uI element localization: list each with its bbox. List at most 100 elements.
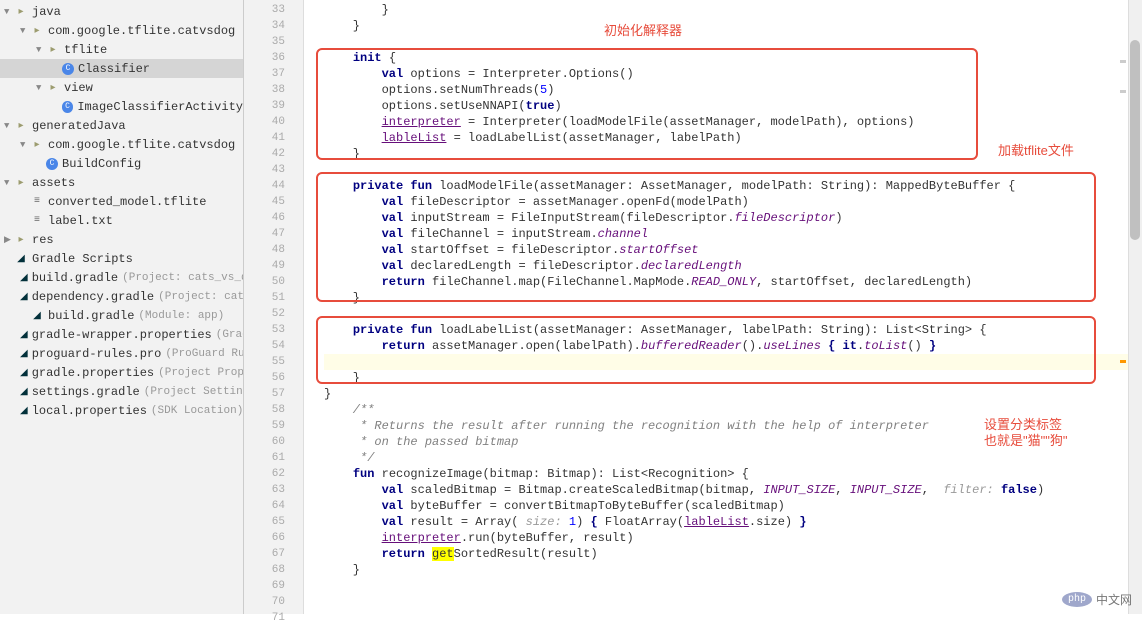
expand-arrow-icon[interactable]: ▼ [4, 178, 14, 188]
marker [1120, 60, 1126, 63]
tree-item-label: com.google.tflite.catvsdog [48, 24, 235, 38]
tree-item[interactable]: CBuildConfig [0, 154, 243, 173]
line-number: 59 [244, 418, 285, 434]
marker [1120, 360, 1126, 363]
tree-item[interactable]: ▼▸com.google.tflite.catvsdog [0, 21, 243, 40]
gradle-icon: ◢ [20, 347, 28, 361]
tree-item-sublabel: (Project: cats_vs_... [158, 291, 244, 303]
line-number: 51 [244, 290, 285, 306]
tree-item[interactable]: ▼▸generatedJava [0, 116, 243, 135]
project-tree: ▼▸java▼▸com.google.tflite.catvsdog▼▸tfli… [0, 0, 244, 614]
tree-item[interactable]: ◢gradle-wrapper.properties(Gradle Ve [0, 325, 243, 344]
tree-item[interactable]: ◢build.gradle(Project: cats_vs_dogs) [0, 268, 243, 287]
file-icon: ≡ [30, 214, 44, 228]
tree-item-label: ImageClassifierActivity [77, 100, 243, 114]
line-number: 64 [244, 498, 285, 514]
line-number: 48 [244, 242, 285, 258]
line-number: 67 [244, 546, 285, 562]
tree-item[interactable]: ▼▸com.google.tflite.catvsdog [0, 135, 243, 154]
tree-item-label: res [32, 233, 54, 247]
tree-item[interactable]: ◢local.properties(SDK Location) [0, 401, 243, 420]
expand-arrow-icon[interactable]: ▼ [36, 83, 46, 93]
tree-item-label: java [32, 5, 61, 19]
tree-item[interactable]: ▼▸java [0, 2, 243, 21]
gradle-icon: ◢ [20, 404, 28, 418]
code-line: options.setUseNNAPI(true) [324, 98, 1142, 114]
line-number: 34 [244, 18, 285, 34]
tree-item-sublabel: (Gradle Ve [216, 329, 244, 341]
code-line: private fun loadModelFile(assetManager: … [324, 178, 1142, 194]
tree-item-label: gradle-wrapper.properties [32, 328, 212, 342]
line-number: 54 [244, 338, 285, 354]
code-editor[interactable]: } } init { val options = Interpreter.Opt… [304, 0, 1142, 614]
line-number: 58 [244, 402, 285, 418]
code-line [324, 578, 1142, 594]
tree-item[interactable]: ◢proguard-rules.pro(ProGuard Rules f [0, 344, 243, 363]
code-line: val declaredLength = fileDescriptor.decl… [324, 258, 1142, 274]
scrollbar-thumb[interactable] [1130, 40, 1140, 240]
tree-item[interactable]: CImageClassifierActivity [0, 97, 243, 116]
class-icon: C [62, 101, 74, 113]
folder-icon: ▸ [14, 176, 28, 190]
line-number: 69 [244, 578, 285, 594]
code-line: val fileChannel = inputStream.channel [324, 226, 1142, 242]
expand-arrow-icon[interactable]: ▼ [4, 7, 14, 17]
scrollbar[interactable] [1128, 0, 1142, 614]
code-line: } [324, 146, 1142, 162]
tree-item[interactable]: ◢build.gradle(Module: app) [0, 306, 243, 325]
expand-arrow-icon[interactable]: ▼ [4, 121, 14, 131]
folder-icon: ▸ [14, 119, 28, 133]
tree-item-label: converted_model.tflite [48, 195, 206, 209]
code-line: val startOffset = fileDescriptor.startOf… [324, 242, 1142, 258]
code-line: } [324, 386, 1142, 402]
expand-arrow-icon[interactable]: ▼ [20, 26, 30, 36]
tree-item[interactable]: ◢dependency.gradle(Project: cats_vs_... [0, 287, 243, 306]
expand-arrow-icon[interactable]: ▼ [36, 45, 46, 55]
line-number: 70 [244, 594, 285, 610]
marker [1120, 90, 1126, 93]
php-logo-icon: php [1062, 592, 1092, 607]
line-number: 49 [244, 258, 285, 274]
tree-item[interactable]: ≡label.txt [0, 211, 243, 230]
code-line: /** [324, 402, 1142, 418]
line-number: 41 [244, 130, 285, 146]
line-number: 61 [244, 450, 285, 466]
tree-item-label: view [64, 81, 93, 95]
tree-item[interactable]: ≡converted_model.tflite [0, 192, 243, 211]
line-number: 33 [244, 2, 285, 18]
line-number: 53 [244, 322, 285, 338]
tree-item-label: Gradle Scripts [32, 252, 133, 266]
code-line: return assetManager.open(labelPath).buff… [324, 338, 1142, 354]
code-line [324, 594, 1142, 610]
tree-item[interactable]: ▶▸res [0, 230, 243, 249]
tree-item-label: proguard-rules.pro [32, 347, 162, 361]
tree-item-label: assets [32, 176, 75, 190]
tree-item-sublabel: (SDK Location) [151, 405, 243, 417]
tree-item-sublabel: (Project: cats_vs_dogs) [122, 272, 244, 284]
gradle-icon: ◢ [20, 290, 28, 304]
folder-icon: ▸ [46, 43, 60, 57]
tree-item-sublabel: (Module: app) [138, 310, 224, 322]
line-number: 57 [244, 386, 285, 402]
code-line: interpreter = Interpreter(loadModelFile(… [324, 114, 1142, 130]
line-number: 50 [244, 274, 285, 290]
tree-item[interactable]: ▼▸ assets [0, 173, 243, 192]
line-number: 44 [244, 178, 285, 194]
watermark: php 中文网 [1062, 591, 1132, 608]
code-line [324, 354, 1142, 370]
expand-arrow-icon[interactable]: ▼ [20, 140, 30, 150]
tree-item[interactable]: ◢Gradle Scripts [0, 249, 243, 268]
line-number: 42 [244, 146, 285, 162]
code-line: lableList = loadLabelList(assetManager, … [324, 130, 1142, 146]
line-number: 46 [244, 210, 285, 226]
expand-arrow-icon[interactable]: ▶ [4, 235, 14, 245]
tree-item[interactable]: ▼▸tflite [0, 40, 243, 59]
tree-item[interactable]: ◢settings.gradle(Project Settings) [0, 382, 243, 401]
code-line [324, 610, 1142, 626]
code-line: } [324, 18, 1142, 34]
tree-item[interactable]: CClassifier [0, 59, 243, 78]
tree-item[interactable]: ▼▸view [0, 78, 243, 97]
line-number: 66 [244, 530, 285, 546]
line-number: 45 [244, 194, 285, 210]
tree-item[interactable]: ◢gradle.properties(Project Properties) [0, 363, 243, 382]
